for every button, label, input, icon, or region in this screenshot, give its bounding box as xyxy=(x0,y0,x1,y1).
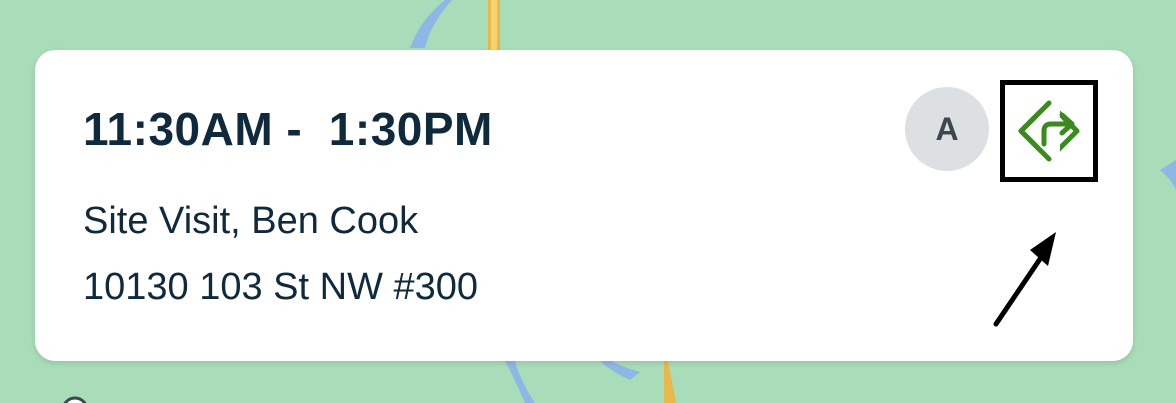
avatar[interactable]: A xyxy=(905,87,989,171)
appointment-address: 10130 103 St NW #300 xyxy=(83,266,479,308)
appointment-card[interactable]: 11:30AM - 1:30PM Site Visit, Ben Cook 10… xyxy=(35,50,1133,361)
appointment-time: 11:30AM - 1:30PM xyxy=(83,103,493,155)
appointment-title: Site Visit, Ben Cook xyxy=(83,200,419,242)
directions-button[interactable] xyxy=(1000,80,1098,182)
pointer-arrow-icon xyxy=(993,232,1056,327)
directions-icon xyxy=(1018,98,1080,164)
avatar-initial: A xyxy=(935,110,959,147)
